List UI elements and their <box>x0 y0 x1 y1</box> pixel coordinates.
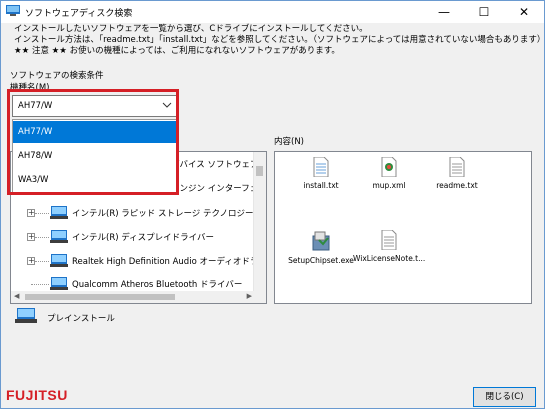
file-name: SetupChipset.exe <box>288 256 354 265</box>
tree-item-label: インテル(R) ディスプレイドライバー <box>72 233 214 243</box>
instructions: インストールしたいソフトウェアを一覧から選び、Cドライブにインストールしてくださ… <box>14 24 545 57</box>
tree-connector <box>31 284 49 285</box>
fujitsu-logo: FUJITSU <box>6 387 68 403</box>
computer-icon <box>50 277 68 290</box>
contents-label: 内容(N) <box>274 137 304 147</box>
file-item[interactable]: readme.txt <box>421 157 493 190</box>
file-name: readme.txt <box>436 181 478 190</box>
tree-item[interactable]: + インテル(R) ラピッド ストレージ テクノロジー <box>11 203 256 223</box>
close-window-button[interactable]: ✕ <box>504 1 544 23</box>
preinstall-legend-icon <box>15 308 37 324</box>
tree-horizontal-scrollbar[interactable]: ◀ ▶ <box>11 291 254 303</box>
installer-icon <box>312 231 330 251</box>
tree-connector <box>35 237 49 238</box>
maximize-button[interactable]: ☐ <box>464 1 504 23</box>
computer-icon <box>50 230 68 243</box>
app-icon <box>6 5 20 16</box>
computer-icon <box>50 206 68 219</box>
scroll-thumb[interactable] <box>25 294 175 300</box>
computer-icon <box>50 254 68 267</box>
file-name: WixLicenseNote.t... <box>353 254 426 263</box>
scroll-left-icon[interactable]: ◀ <box>14 292 19 300</box>
file-item[interactable]: mup.xml <box>353 157 425 190</box>
software-disk-search-window: ソフトウェアディスク検索 — ☐ ✕ インストールしたいソフトウェアを一覧から選… <box>0 0 545 409</box>
file-item[interactable]: SetupChipset.exe <box>285 230 357 265</box>
text-file-icon <box>381 230 397 250</box>
text-file-icon <box>449 157 465 177</box>
expand-icon[interactable]: + <box>27 233 35 241</box>
expand-icon[interactable]: + <box>27 257 35 265</box>
title-bar[interactable]: ソフトウェアディスク検索 — ☐ ✕ <box>1 1 544 23</box>
window-title: ソフトウェアディスク検索 <box>25 9 133 19</box>
tree-item-label: デバイス ソフトウェア <box>171 160 259 170</box>
text-file-icon <box>313 157 329 177</box>
expand-icon[interactable]: + <box>27 209 35 217</box>
tree-connector <box>35 213 49 214</box>
file-name: mup.xml <box>372 181 406 190</box>
tree-item-label: Realtek High Definition Audio オーディオドライバ <box>72 257 267 267</box>
tree-item-label: インテル(R) ラピッド ストレージ テクノロジー <box>72 209 254 219</box>
file-item[interactable]: WixLicenseNote.t... <box>353 230 425 263</box>
minimize-button[interactable]: — <box>424 1 464 23</box>
instruction-line: インストール方法は、「readme.txt」「install.txt」などを参照… <box>14 35 545 45</box>
search-conditions-label: ソフトウェアの検索条件 <box>10 71 104 81</box>
highlight-frame <box>7 89 179 195</box>
contents-list[interactable]: install.txt mup.xml readme.txt SetupChip… <box>274 151 532 304</box>
preinstall-label: プレインストール <box>47 314 115 324</box>
close-button[interactable]: 閉じる(C) <box>473 387 536 407</box>
tree-item-label: Qualcomm Atheros Bluetooth ドライバー <box>72 280 243 290</box>
xml-file-icon <box>381 157 397 177</box>
tree-connector <box>35 261 49 262</box>
warning-line: ★★ 注意 ★★ お使いの機種によっては、ご利用になれないソフトウェアがあります… <box>14 46 340 56</box>
file-name: install.txt <box>303 181 339 190</box>
scroll-thumb[interactable] <box>256 166 263 176</box>
scroll-right-icon[interactable]: ▶ <box>247 292 252 300</box>
file-item[interactable]: install.txt <box>285 157 357 190</box>
tree-vertical-scrollbar[interactable] <box>253 152 266 303</box>
tree-item[interactable]: + インテル(R) ディスプレイドライバー <box>11 227 256 247</box>
tree-item[interactable]: + Realtek High Definition Audio オーディオドライ… <box>11 251 266 271</box>
instruction-line: インストールしたいソフトウェアを一覧から選び、Cドライブにインストールしてくださ… <box>14 24 368 34</box>
